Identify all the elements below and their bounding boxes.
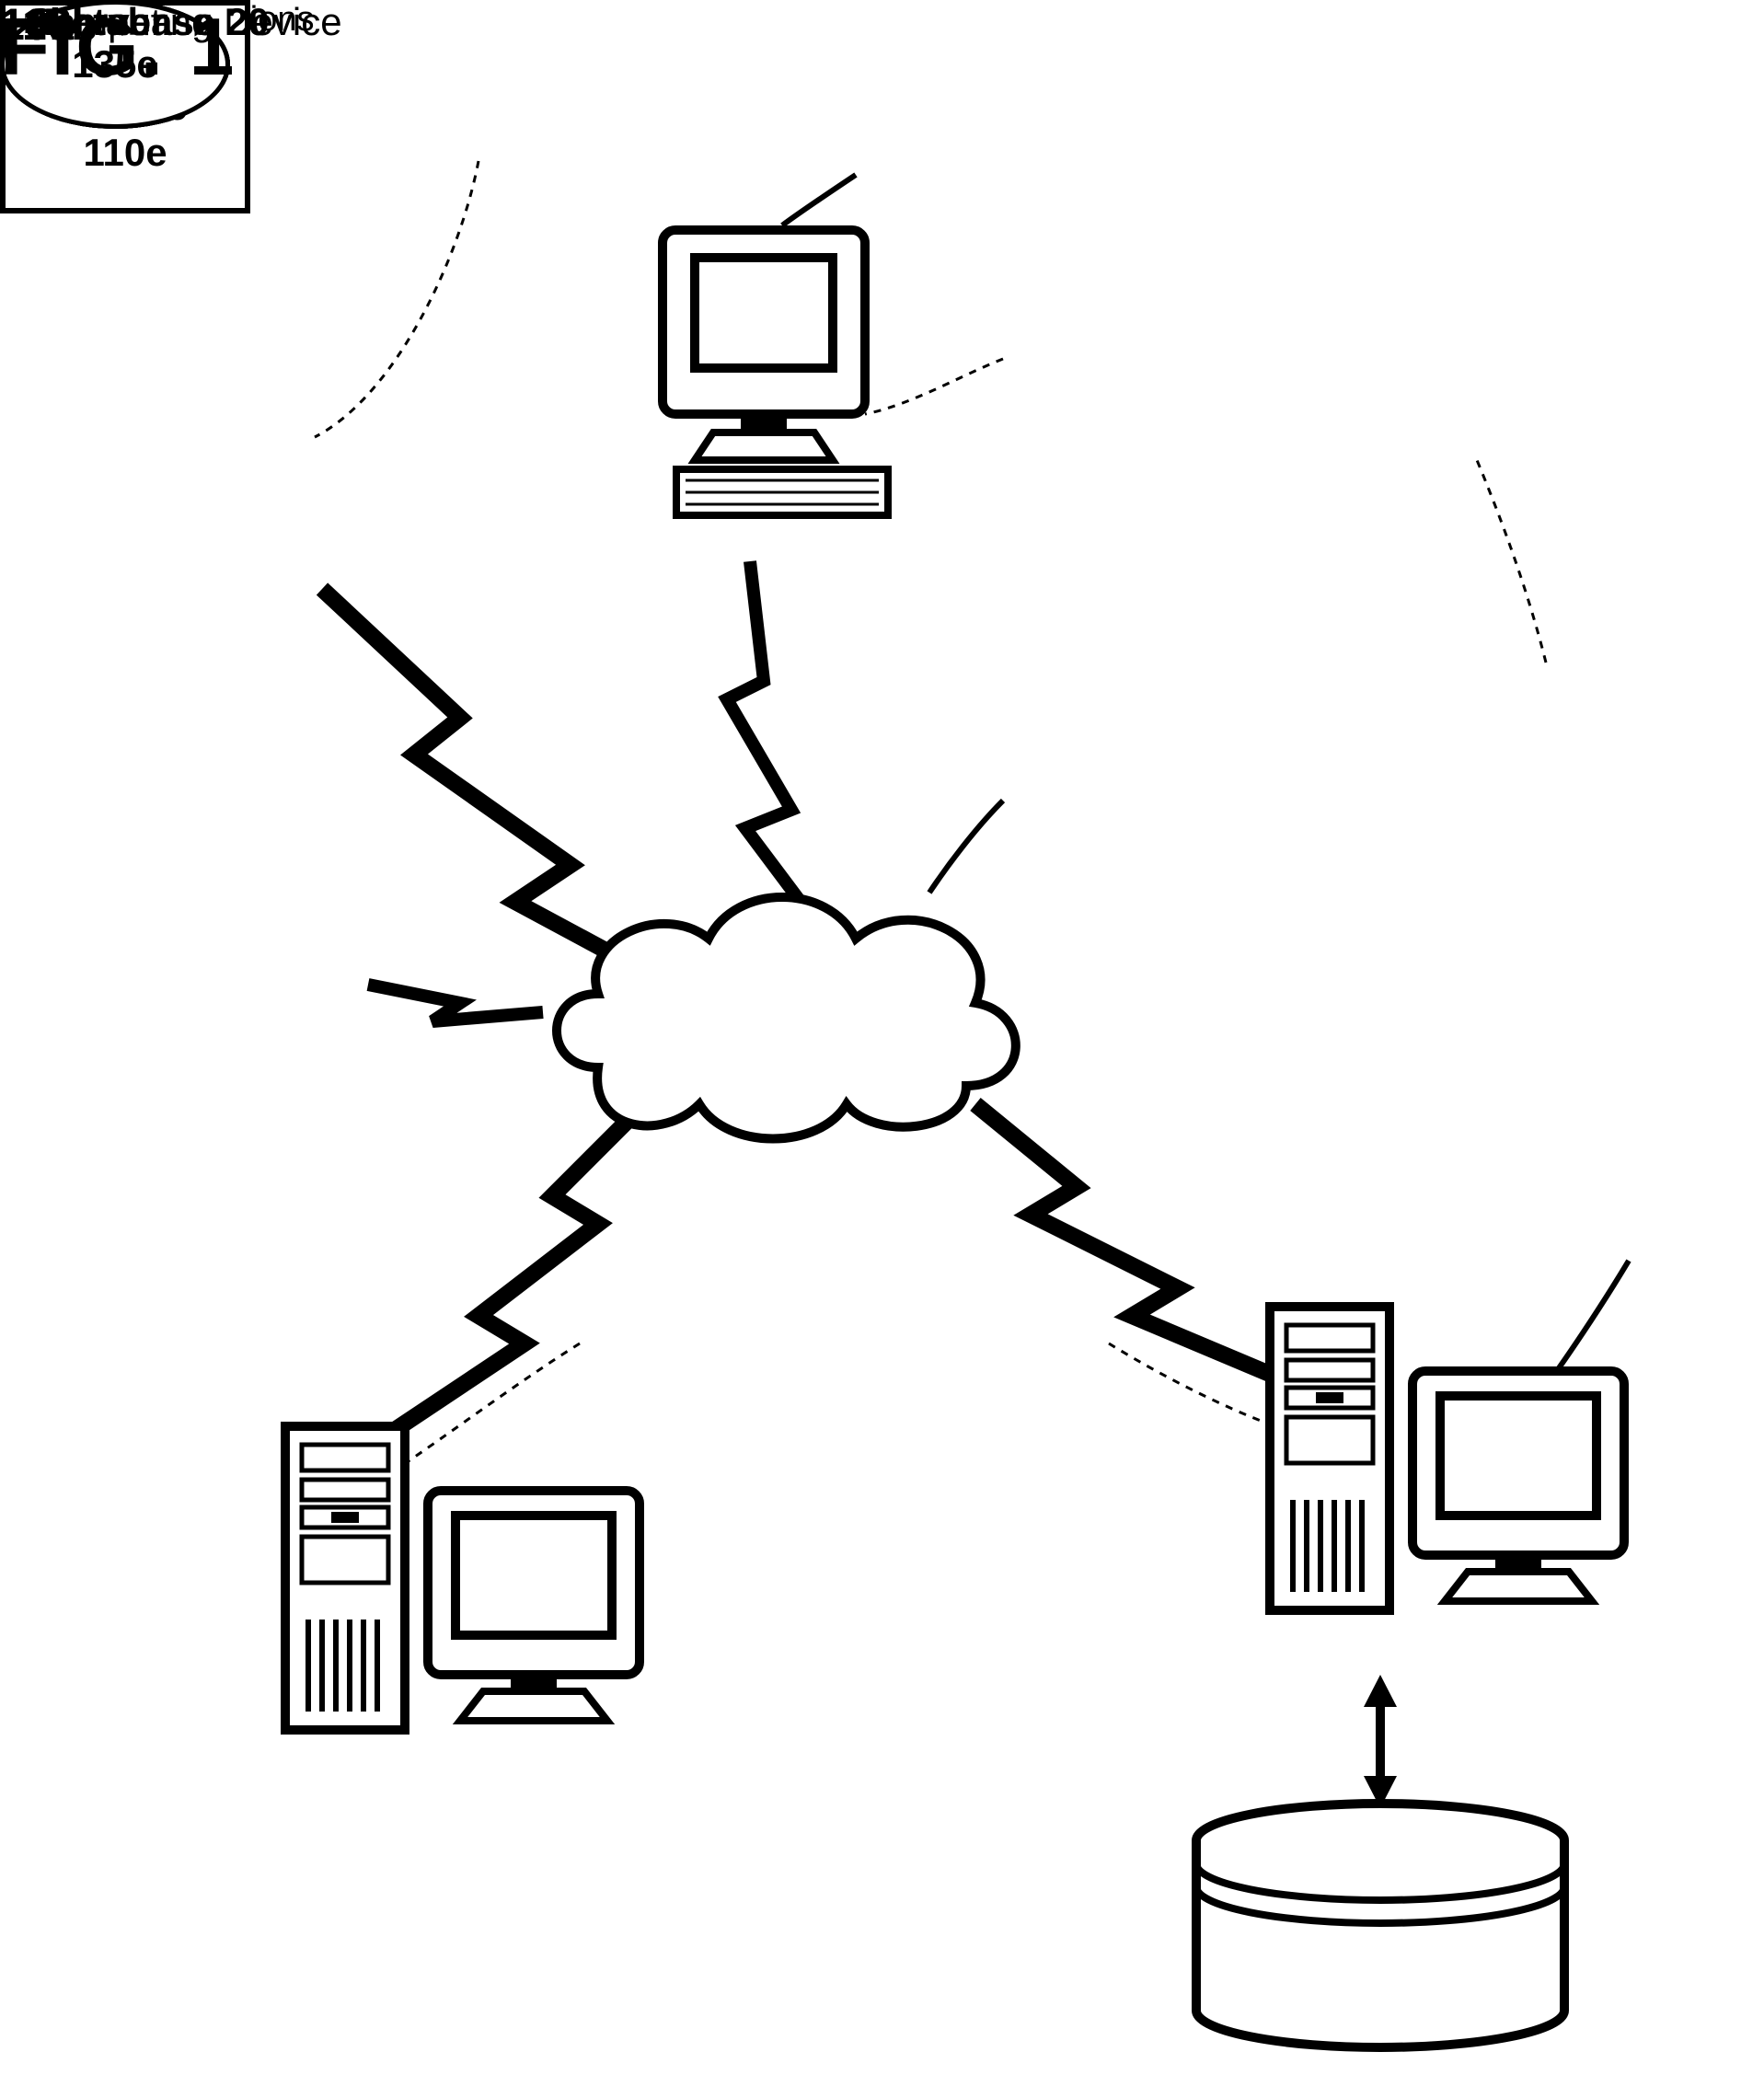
computer-icon [626, 212, 920, 543]
cloud-icon [515, 865, 1031, 1159]
server-right-icon [1251, 1288, 1656, 1638]
figure-title: FIG. 1 [0, 0, 236, 94]
server-left-icon [267, 1408, 672, 1758]
database-icon [1178, 1799, 1583, 2075]
box-110e-l3: 110e [83, 130, 167, 176]
